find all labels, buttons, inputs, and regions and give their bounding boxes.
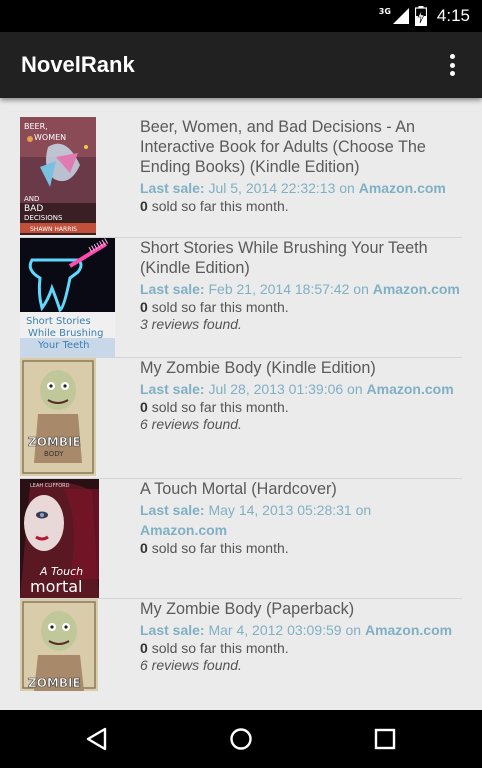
sold-line: 0 sold so far this month. — [140, 640, 460, 657]
sold-count: 0 — [140, 399, 148, 415]
on-text: on — [339, 180, 355, 196]
last-sale-date: May 14, 2013 05:28:31 — [208, 502, 352, 518]
cover-text: BEER, — [24, 122, 48, 131]
sold-count: 0 — [140, 540, 148, 556]
sold-text: sold so far this month. — [151, 299, 289, 315]
last-sale-date: Feb 21, 2014 18:57:42 — [208, 281, 350, 297]
last-sale-line: Last sale: May 14, 2013 05:28:31 on Amaz… — [140, 500, 460, 540]
reviews-count: 6 reviews found. — [140, 657, 242, 673]
last-sale-date: Jul 5, 2014 22:32:13 — [208, 180, 336, 196]
last-sale-line: Last sale: Mar 4, 2012 03:09:59 on Amazo… — [140, 620, 460, 640]
overflow-dot — [449, 62, 455, 68]
cover-text: LEAH CLIFFORD — [30, 483, 70, 489]
app-title: NovelRank — [21, 52, 135, 77]
book-item[interactable]: ZOMBIE BODY My Zombie Body (Kindle Editi… — [20, 358, 462, 479]
sold-count: 0 — [140, 299, 148, 315]
sold-text: sold so far this month. — [151, 198, 289, 214]
last-sale-date: Jul 28, 2013 01:39:06 — [208, 381, 344, 397]
sold-text: sold so far this month. — [151, 640, 289, 656]
book-list[interactable]: BEER, WOMEN AND BAD DECISIONS SHAWN HARR… — [0, 98, 482, 710]
book-title: Beer, Women, and Bad Decisions - An Inte… — [140, 118, 426, 176]
cover-text: DECISIONS — [24, 214, 63, 222]
app-bar: NovelRank — [0, 32, 482, 98]
last-sale-label: Last sale: — [140, 622, 205, 638]
cover-text: ZOMBIE — [28, 435, 81, 449]
last-sale-date: Mar 4, 2012 03:09:59 — [208, 622, 342, 638]
sold-line: 0 sold so far this month. — [140, 540, 460, 557]
status-bar: 3G 4:15 — [0, 0, 482, 32]
recents-nav-icon[interactable] — [371, 725, 399, 753]
book-item[interactable]: Short Stories While Brushing Your Teeth … — [20, 238, 462, 358]
navigation-bar — [0, 710, 482, 768]
store-link[interactable]: Amazon.com — [365, 622, 452, 638]
book-cover-image: ZOMBIE BODY — [20, 358, 96, 476]
reviews-count: 6 reviews found. — [140, 416, 242, 432]
on-text: on — [345, 622, 362, 638]
book-info: Short Stories While Brushing Your Teeth … — [140, 238, 460, 333]
cover-text: Your Teeth — [37, 340, 90, 351]
overflow-dot — [449, 71, 455, 76]
overflow-dot — [449, 54, 455, 59]
cover-text: AND — [24, 195, 39, 203]
back-nav-icon[interactable] — [83, 725, 111, 753]
on-text: on — [347, 381, 363, 397]
last-sale-line: Last sale: Feb 21, 2014 18:57:42 on Amaz… — [140, 279, 460, 299]
cover-text: While Brushing — [28, 328, 103, 339]
sold-count: 0 — [140, 198, 148, 214]
book-item[interactable]: LEAH CLIFFORD A Touch mortal A Touch Mor… — [20, 479, 462, 599]
last-sale-label: Last sale: — [140, 381, 205, 397]
book-cover-image: Short Stories While Brushing Your Teeth — [20, 238, 115, 357]
last-sale-label: Last sale: — [140, 281, 205, 297]
sold-text: sold so far this month. — [151, 399, 289, 415]
network-type-label: 3G — [378, 6, 391, 16]
cover-text: SHAWN HARRIS — [30, 226, 77, 233]
last-sale-label: Last sale: — [140, 502, 205, 518]
last-sale-label: Last sale: — [140, 180, 205, 196]
last-sale-line: Last sale: Jul 5, 2014 22:32:13 on Amazo… — [140, 178, 460, 198]
book-title: My Zombie Body (Paperback) — [140, 600, 355, 618]
cover-text: BAD — [24, 204, 43, 214]
sold-text: sold so far this month. — [151, 540, 289, 556]
store-link[interactable]: Amazon.com — [367, 381, 454, 397]
battery-charging-icon — [414, 6, 427, 26]
book-title: Short Stories While Brushing Your Teeth … — [140, 239, 428, 277]
cover-text: Short Stories — [26, 316, 91, 327]
sold-line: 0 sold so far this month. — [140, 198, 460, 215]
cover-text: WOMEN — [34, 133, 66, 142]
book-info: My Zombie Body (Paperback) Last sale: Ma… — [140, 599, 460, 674]
clock-time: 4:15 — [436, 6, 470, 25]
book-cover-image: LEAH CLIFFORD A Touch mortal — [20, 479, 99, 598]
book-cover-image: BEER, WOMEN AND BAD DECISIONS SHAWN HARR… — [20, 117, 96, 235]
on-text: on — [355, 502, 372, 518]
reviews-count: 3 reviews found. — [140, 316, 242, 332]
signal-3g-icon — [392, 8, 409, 24]
book-item[interactable]: ZOMBIE My Zombie Body (Paperback) Last s… — [20, 599, 462, 691]
sold-line: 0 sold so far this month. — [140, 299, 460, 316]
book-info: Beer, Women, and Bad Decisions - An Inte… — [140, 117, 460, 215]
book-cover-image: ZOMBIE — [20, 599, 98, 691]
cover-text: BODY — [44, 450, 64, 458]
sold-line: 0 sold so far this month. — [140, 399, 460, 416]
book-info: A Touch Mortal (Hardcover) Last sale: Ma… — [140, 479, 460, 557]
home-nav-icon[interactable] — [227, 725, 255, 753]
sold-count: 0 — [140, 640, 148, 656]
store-link[interactable]: Amazon.com — [140, 522, 227, 538]
on-text: on — [353, 281, 369, 297]
book-info: My Zombie Body (Kindle Edition) Last sal… — [140, 358, 460, 433]
book-title: My Zombie Body (Kindle Edition) — [140, 359, 376, 377]
cover-text: ZOMBIE — [28, 676, 81, 690]
book-item[interactable]: BEER, WOMEN AND BAD DECISIONS SHAWN HARR… — [20, 117, 462, 238]
overflow-menu-icon[interactable] — [440, 52, 464, 78]
status-icons: 3G 4:15 — [379, 0, 470, 32]
store-link[interactable]: Amazon.com — [373, 281, 460, 297]
book-title: A Touch Mortal (Hardcover) — [140, 480, 337, 498]
last-sale-line: Last sale: Jul 28, 2013 01:39:06 on Amaz… — [140, 379, 460, 399]
store-link[interactable]: Amazon.com — [359, 180, 446, 196]
cover-text: mortal — [30, 577, 82, 596]
